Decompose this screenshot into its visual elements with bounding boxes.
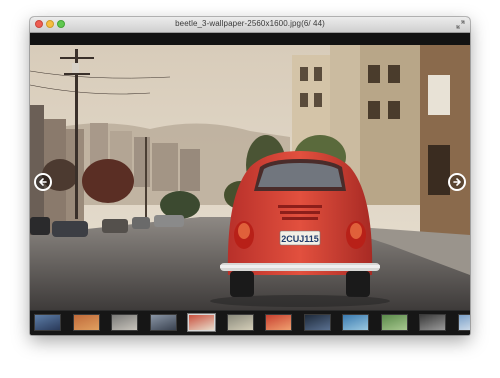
filmstrip-thumbnail[interactable] (303, 314, 331, 331)
license-plate-text: 2CUJ115 (281, 234, 319, 244)
filmstrip-thumbnail[interactable] (419, 314, 446, 331)
arrow-left-icon (39, 178, 47, 186)
title-bar[interactable]: beetle_3-wallpaper-2560x1600.jpg(6/ 44) (30, 17, 470, 33)
arrow-right-icon (453, 178, 461, 186)
next-image-button[interactable] (448, 173, 466, 191)
filmstrip-thumbnail[interactable] (111, 314, 138, 331)
main-photo: 2CUJ115 (30, 45, 470, 310)
toolbar-strip (30, 33, 470, 45)
filmstrip-thumbnail[interactable] (72, 314, 100, 331)
window-title: beetle_3-wallpaper-2560x1600.jpg(6/ 44) (175, 19, 325, 28)
photo-scene: 2CUJ115 (30, 45, 470, 310)
filmstrip-thumbnail[interactable] (149, 314, 177, 331)
previous-image-button[interactable] (34, 173, 52, 191)
thumbnail-filmstrip (30, 310, 470, 335)
filmstrip-thumbnail[interactable] (265, 314, 292, 331)
filmstrip-thumbnail[interactable] (457, 314, 470, 331)
filmstrip-thumbnail[interactable] (34, 314, 61, 331)
fullscreen-arrows-icon[interactable] (456, 20, 465, 29)
filmstrip-thumbnail[interactable] (380, 314, 408, 331)
filmstrip-thumbnail[interactable] (226, 314, 254, 331)
image-viewer-window: beetle_3-wallpaper-2560x1600.jpg(6/ 44) (30, 17, 470, 335)
filmstrip-thumbnail[interactable] (342, 314, 369, 331)
filmstrip-thumbnail[interactable] (188, 314, 215, 331)
